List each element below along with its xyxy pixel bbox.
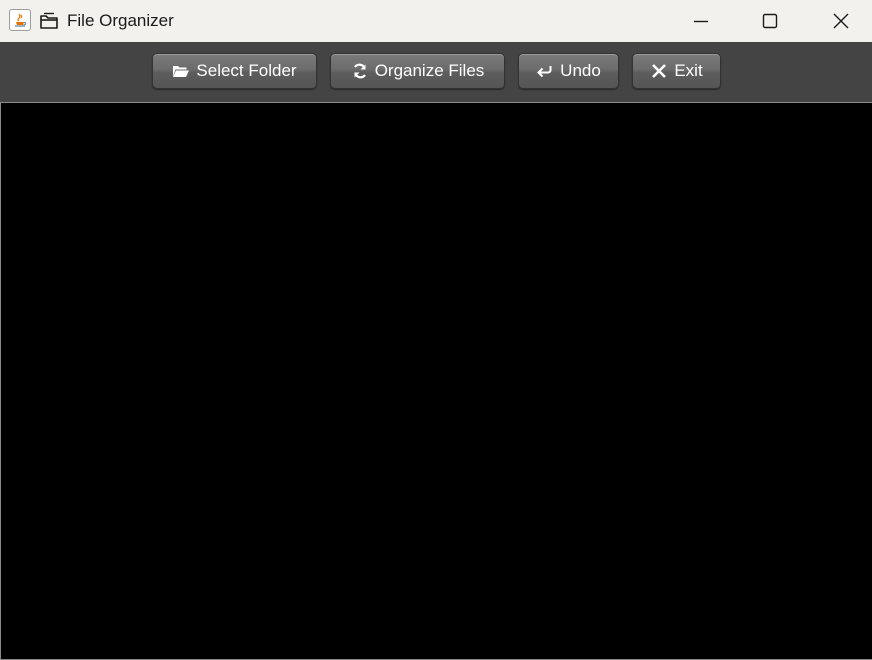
- minimize-button[interactable]: [678, 0, 724, 42]
- java-icon[interactable]: [9, 9, 31, 31]
- organize-files-button[interactable]: Organize Files: [330, 53, 505, 89]
- toolbar: Select Folder Organize Files Undo Exit: [0, 42, 872, 102]
- undo-arrow-icon: [536, 62, 554, 80]
- refresh-icon: [351, 62, 369, 80]
- organize-files-label: Organize Files: [374, 61, 485, 80]
- folder-icon: [39, 11, 59, 31]
- minimize-icon: [694, 20, 708, 23]
- open-folder-icon: [172, 62, 190, 80]
- exit-label: Exit: [674, 61, 703, 80]
- title-bar[interactable]: File Organizer: [0, 0, 872, 42]
- select-folder-button[interactable]: Select Folder: [152, 53, 317, 89]
- output-area[interactable]: [0, 102, 872, 660]
- exit-button[interactable]: Exit: [632, 53, 721, 89]
- x-icon: [650, 62, 668, 80]
- maximize-button[interactable]: [747, 0, 793, 42]
- maximize-icon: [762, 13, 778, 29]
- file-organizer-window: File Organizer Select Folder Organize Fi…: [0, 0, 872, 660]
- close-button[interactable]: [818, 0, 864, 42]
- close-icon: [833, 13, 849, 29]
- select-folder-label: Select Folder: [196, 61, 297, 80]
- window-title: File Organizer: [67, 11, 174, 30]
- undo-label: Undo: [560, 61, 601, 80]
- undo-button[interactable]: Undo: [518, 53, 619, 89]
